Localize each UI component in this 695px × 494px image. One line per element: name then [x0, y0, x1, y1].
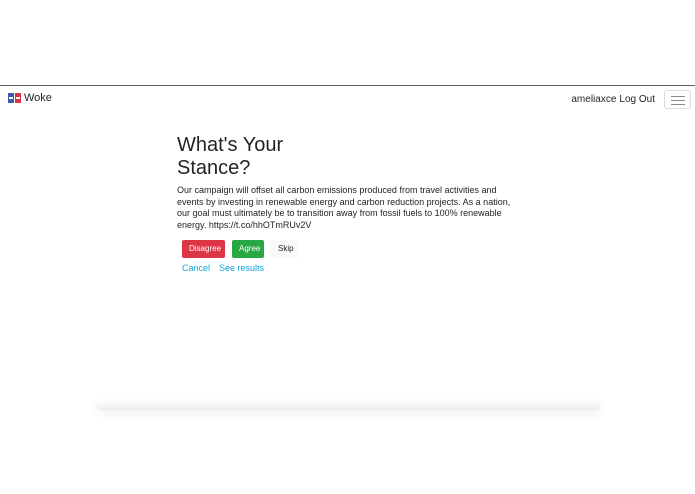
brand-name: Woke — [24, 92, 52, 104]
agree-button[interactable]: Agree — [232, 240, 264, 258]
brand[interactable]: Woke — [8, 92, 52, 104]
disagree-button[interactable]: Disagree — [182, 240, 225, 258]
page-title: What's Your Stance? — [177, 134, 284, 179]
user-nav: ameliaxce Log Out — [571, 94, 655, 105]
page: Woke ameliaxce Log Out What's Your Stanc… — [0, 0, 695, 494]
woke-logo-icon — [8, 93, 21, 103]
username[interactable]: ameliaxce — [571, 94, 616, 105]
hamburger-icon — [671, 96, 685, 97]
menu-toggle-button[interactable] — [664, 90, 691, 109]
logout-link[interactable]: Log Out — [619, 94, 655, 105]
navbar: Woke ameliaxce Log Out — [0, 85, 695, 113]
statement-text: Our campaign will offset all carbon emis… — [177, 185, 511, 230]
skip-button[interactable]: Skip — [271, 240, 298, 258]
cancel-link[interactable]: Cancel — [182, 263, 210, 273]
vote-buttons: Disagree Agree Skip — [182, 240, 298, 258]
stance-card: What's Your Stance? Our campaign will of… — [177, 134, 517, 231]
action-links: Cancel See results — [182, 263, 264, 273]
see-results-link[interactable]: See results — [219, 263, 264, 273]
card-shadow — [96, 400, 601, 410]
